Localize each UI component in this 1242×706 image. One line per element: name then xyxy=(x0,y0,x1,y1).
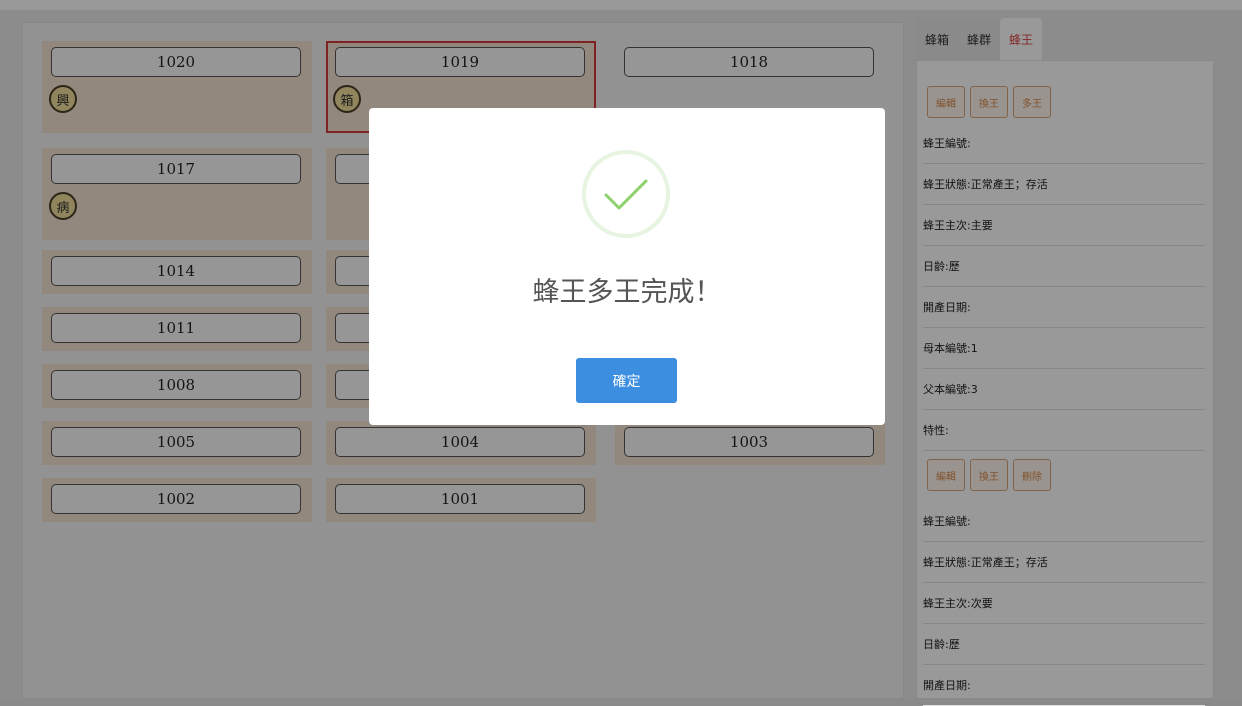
success-dialog: 蜂王多王完成！ 確定 xyxy=(369,108,885,425)
confirm-button[interactable]: 確定 xyxy=(576,358,677,403)
checkmark-icon xyxy=(582,150,670,238)
dialog-message: 蜂王多王完成！ xyxy=(532,277,722,308)
